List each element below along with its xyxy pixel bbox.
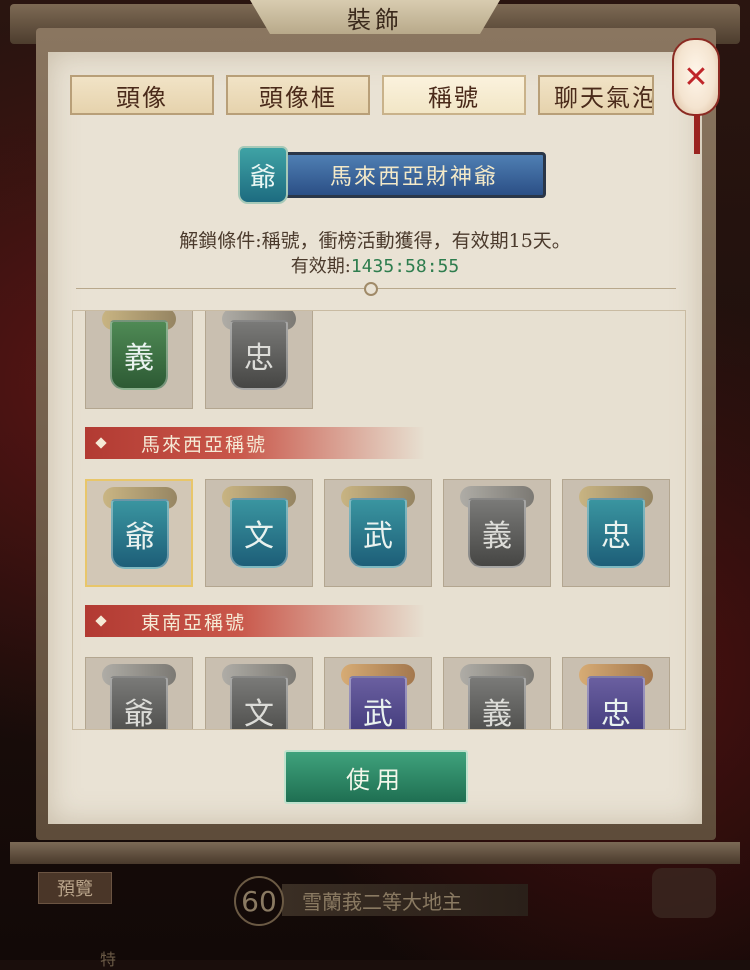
chest-icon[interactable]	[652, 868, 716, 918]
diamond-icon	[95, 615, 107, 627]
title-badge-icon: 忠	[230, 320, 288, 390]
title-badge-icon: 忠	[587, 676, 645, 729]
title-cell[interactable]: 忠	[205, 311, 313, 409]
title-cell[interactable]: 忠	[562, 479, 670, 587]
bottom-partial-text: 特	[100, 950, 117, 969]
title-badge-icon: 武	[349, 498, 407, 568]
selected-title-badge-icon: 爺	[238, 146, 288, 204]
tab-title[interactable]: 稱號	[382, 75, 526, 115]
title-badge-icon: 文	[230, 498, 288, 568]
title-cell[interactable]: 爺	[85, 657, 193, 729]
title-cell[interactable]: 義	[443, 657, 551, 729]
divider-ornament	[364, 282, 378, 296]
title-cell[interactable]: 文	[205, 657, 313, 729]
tab-avatar[interactable]: 頭像	[70, 75, 214, 115]
section-title: 東南亞稱號	[141, 611, 247, 634]
title-cell[interactable]: 忠	[562, 657, 670, 729]
window-title-plaque: 裝飾	[250, 0, 500, 34]
tab-avatar-frame[interactable]: 頭像框	[226, 75, 370, 115]
title-badge-icon: 忠	[587, 498, 645, 568]
lantern-tassel	[694, 114, 700, 154]
section-title: 馬來西亞稱號	[141, 433, 268, 456]
close-icon: ✕	[683, 59, 709, 95]
title-cell-selected[interactable]: 爺	[85, 479, 193, 587]
title-list[interactable]: 義 忠 馬來西亞稱號 爺 文 武 義 忠 東南亞稱號 爺 文 武 義 忠	[72, 310, 686, 730]
level-title-label: 雪蘭莪二等大地主	[282, 884, 528, 916]
tab-chat-bubble[interactable]: 聊天氣泡	[538, 75, 654, 115]
title-badge-icon: 義	[468, 498, 526, 568]
preview-button[interactable]: 預覽	[38, 872, 112, 904]
title-badge-icon: 文	[230, 676, 288, 729]
title-cell[interactable]: 義	[443, 479, 551, 587]
title-cell[interactable]: 義	[85, 311, 193, 409]
validity-label: 有效期:	[290, 256, 351, 277]
validity-countdown: 1435:58:55	[350, 256, 460, 277]
title-badge-icon: 義	[110, 320, 168, 390]
level-badge: 60	[234, 876, 284, 926]
title-cell[interactable]: 武	[324, 657, 432, 729]
title-badge-icon: 爺	[111, 499, 169, 569]
title-badge-icon: 義	[468, 676, 526, 729]
validity-row: 有效期:1435:58:55	[0, 252, 750, 278]
title-badge-icon: 武	[349, 676, 407, 729]
title-cell[interactable]: 武	[324, 479, 432, 587]
selected-title-banner: 馬來西亞財神爺	[282, 152, 546, 198]
close-button[interactable]: ✕	[672, 38, 720, 116]
title-cell[interactable]: 文	[205, 479, 313, 587]
section-header-southeast-asia: 東南亞稱號	[85, 605, 425, 637]
bottom-rail	[10, 842, 740, 864]
diamond-icon	[95, 437, 107, 449]
use-button[interactable]: 使用	[284, 750, 468, 804]
title-badge-icon: 爺	[110, 676, 168, 729]
section-header-malaysia: 馬來西亞稱號	[85, 427, 425, 459]
unlock-condition: 解鎖條件:稱號，衝榜活動獲得，有效期15天。	[179, 230, 571, 252]
window-title: 裝飾	[347, 5, 403, 34]
